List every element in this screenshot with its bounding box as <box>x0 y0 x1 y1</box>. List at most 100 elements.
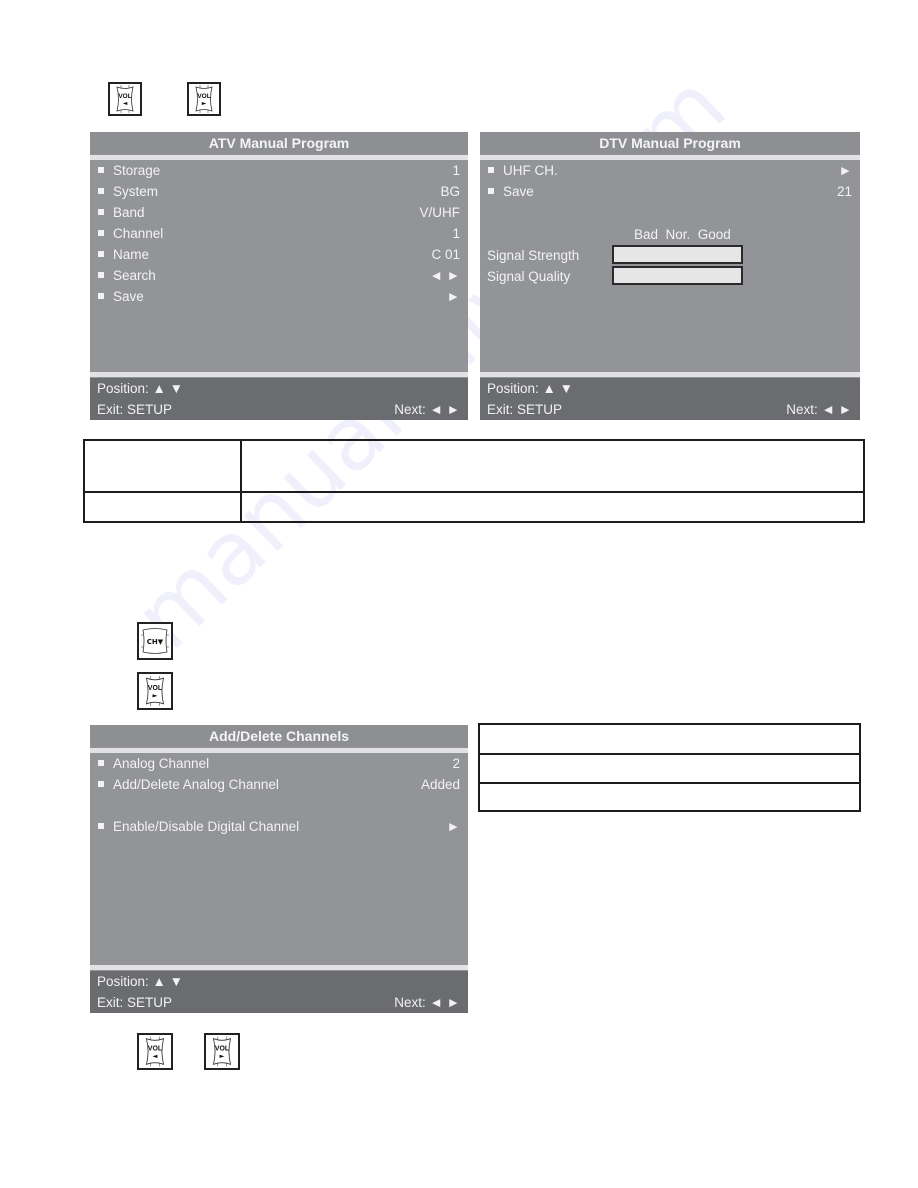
table-row <box>478 723 861 755</box>
table-row <box>83 491 865 523</box>
bullet-icon <box>98 251 104 257</box>
menu-item-save[interactable]: Save ► <box>90 286 468 307</box>
next-hint: Next: ◄ ► <box>786 402 852 417</box>
bullet-icon <box>488 188 494 194</box>
item-value: ► <box>446 289 460 304</box>
svg-text:►: ► <box>220 1052 225 1060</box>
menu-item-save[interactable]: Save 21 <box>480 181 860 202</box>
position-hint: Position: ▲ ▼ <box>97 381 184 396</box>
item-value: ► <box>838 163 852 178</box>
menu-item-add-delete-analog[interactable]: Add/Delete Analog Channel Added <box>90 774 468 795</box>
panel-title: DTV Manual Program <box>480 132 860 154</box>
bullet-icon <box>98 293 104 299</box>
bullet-icon <box>98 272 104 278</box>
exit-hint: Exit: SETUP <box>97 402 173 417</box>
atv-manual-program-panel: ATV Manual Program Storage 1 System BG B… <box>90 132 468 420</box>
divider <box>90 965 468 970</box>
table-row <box>83 439 865 493</box>
item-label: Analog Channel <box>113 756 210 771</box>
table-cell <box>478 782 861 812</box>
info-table <box>83 439 865 523</box>
divider <box>90 372 468 377</box>
table-cell <box>83 439 242 493</box>
bullet-icon <box>98 230 104 236</box>
divider <box>480 372 860 377</box>
bullet-icon <box>488 167 494 173</box>
menu-item-channel[interactable]: Channel 1 <box>90 223 468 244</box>
panel-title: Add/Delete Channels <box>90 725 468 747</box>
item-label: Enable/Disable Digital Channel <box>113 819 300 834</box>
table-cell <box>240 491 865 523</box>
svg-text:►: ► <box>202 100 207 107</box>
bullet-icon <box>98 760 104 766</box>
item-label: Band <box>113 205 145 220</box>
menu-item-uhf-ch[interactable]: UHF CH. ► <box>480 160 860 181</box>
item-label: Name <box>113 247 150 262</box>
item-label: Search <box>113 268 156 283</box>
menu-item-name[interactable]: Name C 01 <box>90 244 468 265</box>
item-label: Save <box>503 184 534 199</box>
item-label: Save <box>113 289 144 304</box>
add-delete-channels-panel: Add/Delete Channels Analog Channel 2 Add… <box>90 725 468 1013</box>
menu-item-enable-disable-digital[interactable]: Enable/Disable Digital Channel ► <box>90 816 468 837</box>
item-label: Add/Delete Analog Channel <box>113 777 279 792</box>
vol-right-button[interactable]: VOL ► <box>204 1033 240 1070</box>
menu-item-system[interactable]: System BG <box>90 181 468 202</box>
ch-down-button[interactable]: CH▼ <box>137 622 173 660</box>
panel-footer: Position: ▲ ▼ Exit: SETUP Next: ◄ ► <box>480 378 860 420</box>
item-value: V/UHF <box>419 205 461 220</box>
item-value: 2 <box>452 756 460 771</box>
exit-hint: Exit: SETUP <box>97 995 173 1010</box>
dtv-manual-program-panel: DTV Manual Program UHF CH. ► Save 21 Bad… <box>480 132 860 420</box>
item-value: 1 <box>452 226 460 241</box>
item-label: Channel <box>113 226 164 241</box>
item-label: UHF CH. <box>503 163 558 178</box>
svg-text:VOL: VOL <box>197 93 210 100</box>
item-value: 21 <box>836 184 852 199</box>
vol-right-button[interactable]: VOL ► <box>187 82 221 116</box>
vol-left-button[interactable]: VOL ◄ <box>137 1033 173 1070</box>
bullet-icon <box>98 167 104 173</box>
position-hint: Position: ▲ ▼ <box>97 974 184 989</box>
menu-item-storage[interactable]: Storage 1 <box>90 160 468 181</box>
side-table <box>478 723 861 812</box>
exit-hint: Exit: SETUP <box>487 402 563 417</box>
item-value: BG <box>440 184 460 199</box>
vol-left-icon: VOL ◄ <box>145 1036 165 1067</box>
panel-body: UHF CH. ► Save 21 Bad Nor. Good Signal S… <box>480 160 860 372</box>
item-value: ◄ ► <box>429 268 460 283</box>
position-hint: Position: ▲ ▼ <box>487 381 574 396</box>
bullet-icon <box>98 781 104 787</box>
table-cell <box>478 753 861 784</box>
menu-item-band[interactable]: Band V/UHF <box>90 202 468 223</box>
menu-item-search[interactable]: Search ◄ ► <box>90 265 468 286</box>
svg-text:◄: ◄ <box>153 1052 158 1060</box>
ch-down-icon: CH▼ <box>141 628 169 654</box>
table-cell <box>240 439 865 493</box>
svg-text:VOL: VOL <box>118 93 131 100</box>
menu-item-analog-channel[interactable]: Analog Channel 2 <box>90 753 468 774</box>
vol-right-icon: VOL ► <box>195 85 213 113</box>
svg-text:CH▼: CH▼ <box>147 638 164 646</box>
table-row <box>478 782 861 812</box>
next-hint: Next: ◄ ► <box>394 995 460 1010</box>
panel-title: ATV Manual Program <box>90 132 468 154</box>
item-value: C 01 <box>431 247 460 262</box>
vol-left-icon: VOL ◄ <box>116 85 134 113</box>
vol-right-icon: VOL ► <box>212 1036 232 1067</box>
table-row <box>478 753 861 784</box>
panel-footer: Position: ▲ ▼ Exit: SETUP Next: ◄ ► <box>90 378 468 420</box>
bullet-icon <box>98 823 104 829</box>
svg-text:◄: ◄ <box>123 100 128 107</box>
vol-right-button[interactable]: VOL ► <box>137 672 173 710</box>
table-cell <box>83 491 242 523</box>
table-cell <box>478 723 861 755</box>
panel-body: Storage 1 System BG Band V/UHF Channel 1… <box>90 160 468 372</box>
vol-right-icon: VOL ► <box>145 676 165 706</box>
bullet-icon <box>98 209 104 215</box>
panel-footer: Position: ▲ ▼ Exit: SETUP Next: ◄ ► <box>90 971 468 1013</box>
item-value: Added <box>420 777 460 792</box>
item-value: 1 <box>452 163 460 178</box>
signal-strength-label: Signal Strength <box>487 248 580 263</box>
vol-left-button[interactable]: VOL ◄ <box>108 82 142 116</box>
